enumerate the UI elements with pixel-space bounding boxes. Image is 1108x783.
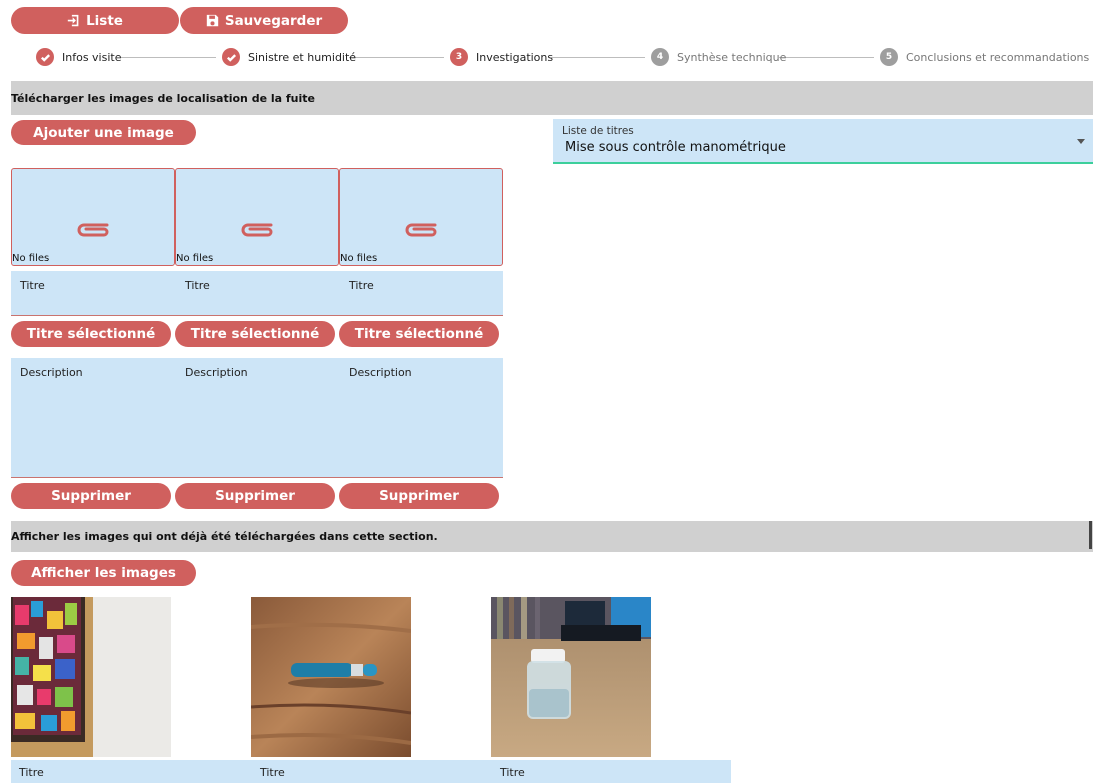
stepper-connector bbox=[551, 56, 645, 58]
gallery-title-field[interactable]: Titre bbox=[500, 766, 525, 779]
selected-title-label: Titre sélectionné bbox=[26, 326, 156, 342]
stepper-connector bbox=[349, 56, 444, 58]
delete-button[interactable]: Supprimer bbox=[339, 483, 499, 509]
gallery-image-painting[interactable] bbox=[11, 597, 171, 757]
step-number: 4 bbox=[651, 48, 669, 66]
selected-title-button[interactable]: Titre sélectionné bbox=[11, 321, 171, 347]
paperclip-icon bbox=[77, 223, 109, 237]
scroll-indicator bbox=[1089, 521, 1092, 549]
file-drop-zone[interactable]: No files bbox=[339, 168, 503, 266]
delete-button[interactable]: Supprimer bbox=[11, 483, 171, 509]
title-fields-row bbox=[11, 271, 503, 316]
add-image-label: Ajouter une image bbox=[33, 124, 174, 141]
caret-down-icon[interactable] bbox=[1077, 139, 1085, 144]
list-button-label: Liste bbox=[86, 12, 123, 29]
selected-title-button[interactable]: Titre sélectionné bbox=[175, 321, 335, 347]
step-number: 3 bbox=[450, 48, 468, 66]
title-field[interactable]: Titre bbox=[349, 279, 374, 292]
step-label: Infos visite bbox=[62, 50, 122, 64]
section-heading-text: Afficher les images qui ont déjà été tél… bbox=[11, 530, 438, 543]
select-label: Liste de titres bbox=[562, 125, 634, 137]
check-icon bbox=[36, 48, 54, 66]
paperclip-icon bbox=[241, 223, 273, 237]
list-button[interactable]: Liste bbox=[11, 7, 179, 34]
file-drop-zone[interactable]: No files bbox=[175, 168, 339, 266]
selected-title-label: Titre sélectionné bbox=[354, 326, 484, 342]
description-fields-row bbox=[11, 358, 503, 478]
add-image-button[interactable]: Ajouter une image bbox=[11, 120, 196, 145]
step-label: Investigations bbox=[476, 50, 554, 64]
no-files-text: No files bbox=[340, 253, 378, 264]
gallery-image-bottle[interactable] bbox=[491, 597, 651, 757]
selected-title-label: Titre sélectionné bbox=[190, 326, 320, 342]
step-sinistre-humidite[interactable]: Sinistre et humidité bbox=[222, 44, 356, 70]
save-button-label: Sauvegarder bbox=[224, 12, 323, 29]
section-heading-text: Télécharger les images de localisation d… bbox=[11, 91, 315, 105]
description-field[interactable]: Description bbox=[349, 366, 412, 379]
delete-label: Supprimer bbox=[215, 488, 295, 504]
gallery-title-field[interactable]: Titre bbox=[19, 766, 44, 779]
gallery-section-heading: Afficher les images qui ont déjà été tél… bbox=[11, 521, 1093, 552]
paperclip-icon bbox=[405, 223, 437, 237]
description-field[interactable]: Description bbox=[20, 366, 83, 379]
gallery-image-pen[interactable] bbox=[251, 597, 411, 757]
no-files-text: No files bbox=[176, 253, 214, 264]
check-icon bbox=[222, 48, 240, 66]
delete-label: Supprimer bbox=[51, 488, 131, 504]
gallery-titles-row bbox=[11, 760, 731, 783]
title-field[interactable]: Titre bbox=[185, 279, 210, 292]
step-infos-visite[interactable]: Infos visite bbox=[36, 44, 121, 70]
no-files-text: No files bbox=[12, 253, 50, 264]
step-conclusions-recommandations[interactable]: 5 Conclusions et recommandations bbox=[880, 44, 1089, 70]
show-images-button[interactable]: Afficher les images bbox=[11, 560, 196, 586]
description-field[interactable]: Description bbox=[185, 366, 248, 379]
step-synthese-technique[interactable]: 4 Synthèse technique bbox=[651, 44, 786, 70]
floppy-disk-icon bbox=[206, 14, 219, 27]
title-field[interactable]: Titre bbox=[20, 279, 45, 292]
stepper-connector bbox=[779, 56, 874, 58]
selected-title-button[interactable]: Titre sélectionné bbox=[339, 321, 499, 347]
file-drop-zone[interactable]: No files bbox=[11, 168, 175, 266]
login-icon bbox=[67, 14, 79, 27]
select-value: Mise sous contrôle manométrique bbox=[565, 140, 786, 155]
delete-button[interactable]: Supprimer bbox=[175, 483, 335, 509]
stepper-connector bbox=[121, 56, 216, 58]
step-label: Synthèse technique bbox=[677, 50, 787, 64]
save-button[interactable]: Sauvegarder bbox=[180, 7, 348, 34]
title-list-select[interactable]: Liste de titres Mise sous contrôle manom… bbox=[553, 119, 1093, 164]
show-images-label: Afficher les images bbox=[31, 565, 176, 581]
step-number: 5 bbox=[880, 48, 898, 66]
upload-section-heading: Télécharger les images de localisation d… bbox=[11, 81, 1093, 115]
step-label: Conclusions et recommandations bbox=[906, 50, 1090, 64]
gallery-title-field[interactable]: Titre bbox=[260, 766, 285, 779]
step-label: Sinistre et humidité bbox=[248, 50, 357, 64]
step-investigations[interactable]: 3 Investigations bbox=[450, 44, 553, 70]
progress-stepper: Infos visite Sinistre et humidité 3 Inve… bbox=[0, 44, 1108, 70]
delete-label: Supprimer bbox=[379, 488, 459, 504]
